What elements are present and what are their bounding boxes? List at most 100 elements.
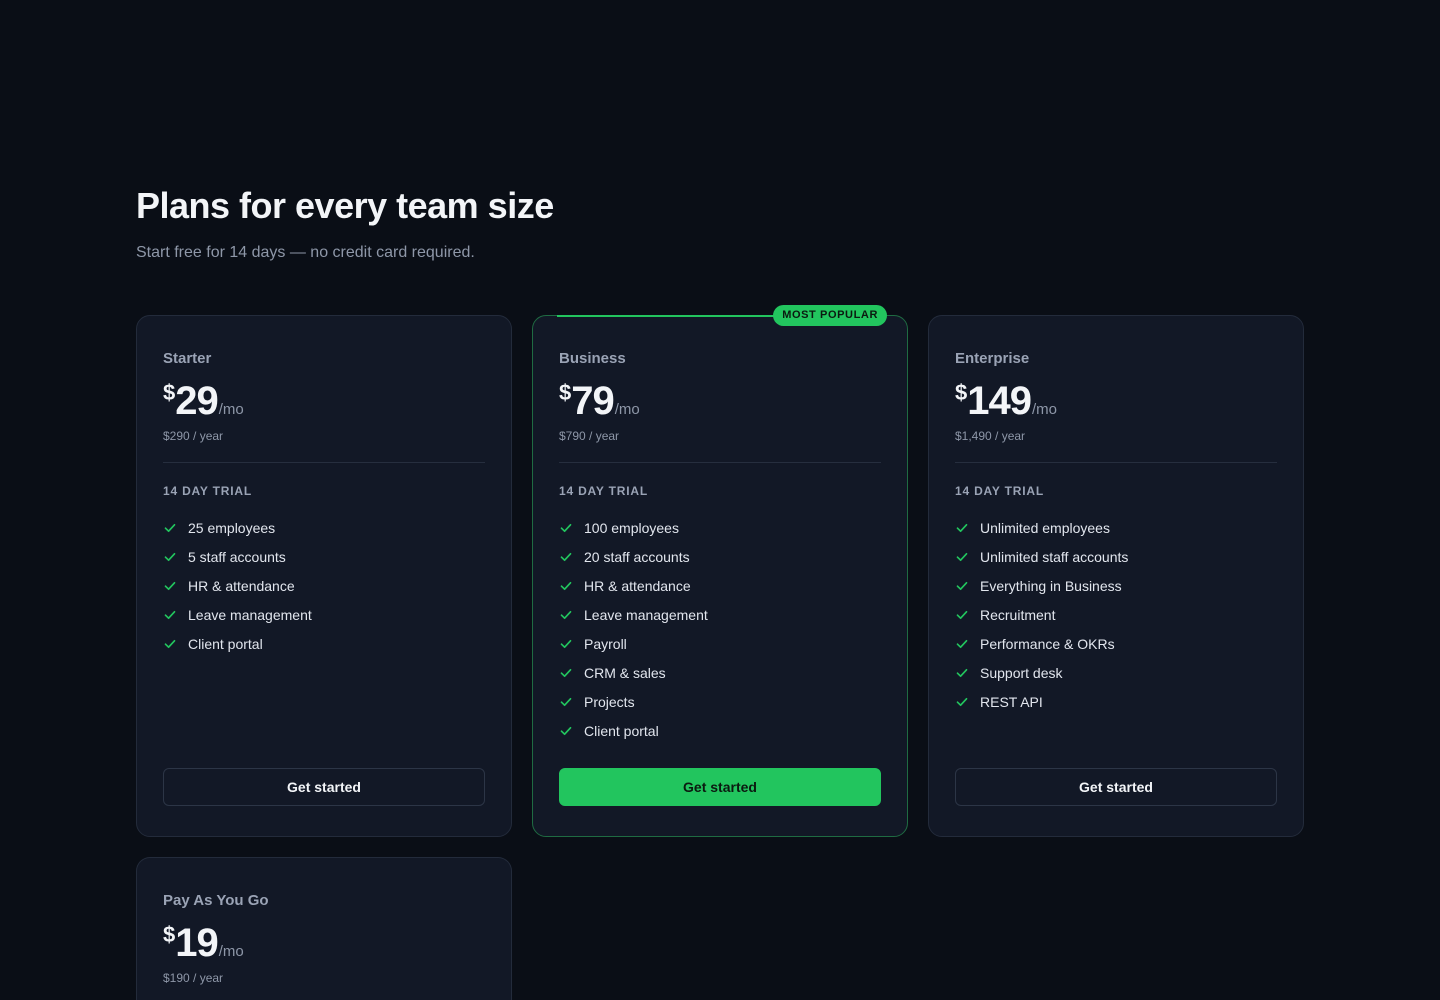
feature-item: Unlimited employees — [955, 513, 1277, 542]
feature-label: Projects — [584, 693, 635, 710]
most-popular-badge: MOST POPULAR — [773, 305, 887, 326]
plan-trial-label: 14 DAY TRIAL — [955, 484, 1044, 498]
check-icon — [163, 521, 177, 535]
feature-item: REST API — [955, 687, 1277, 716]
price-period: /mo — [218, 401, 244, 418]
plan-card-starter: Starter $ 29 /mo $290 / year 14 DAY TRIA… — [136, 315, 512, 837]
feature-label: CRM & sales — [584, 664, 666, 681]
feature-item: 5 staff accounts — [163, 542, 485, 571]
feature-list: Unlimited employees Unlimited staff acco… — [955, 513, 1277, 716]
feature-label: HR & attendance — [188, 577, 295, 594]
price-amount: 149 — [967, 379, 1032, 423]
check-icon — [955, 695, 969, 709]
plan-price: $ 19 /mo — [163, 920, 485, 966]
feature-label: Leave management — [188, 606, 312, 623]
price-period: /mo — [1032, 401, 1058, 418]
check-icon — [559, 637, 573, 651]
feature-item: 100 employees — [559, 513, 881, 542]
plan-price: $ 79 /mo — [559, 378, 881, 424]
feature-item: 25 employees — [163, 513, 485, 542]
plan-price: $ 29 /mo — [163, 378, 485, 424]
feature-item: HR & attendance — [163, 571, 485, 600]
get-started-button[interactable]: Get started — [559, 768, 881, 806]
page-title: Plans for every team size — [136, 185, 554, 226]
feature-label: Everything in Business — [980, 577, 1122, 594]
plan-card-enterprise: Enterprise $ 149 /mo $1,490 / year 14 DA… — [928, 315, 1304, 837]
price-currency: $ — [559, 380, 572, 405]
check-icon — [163, 550, 177, 564]
feature-item: Payroll — [559, 629, 881, 658]
feature-item: Client portal — [559, 716, 881, 745]
check-icon — [559, 608, 573, 622]
price-amount: 19 — [175, 921, 218, 965]
feature-list: 100 employees 20 staff accounts HR & att… — [559, 513, 881, 745]
plan-trial-label: 14 DAY TRIAL — [163, 484, 252, 498]
get-started-button[interactable]: Get started — [955, 768, 1277, 806]
feature-item: Leave management — [559, 600, 881, 629]
plan-yearly-price: $190 / year — [163, 971, 224, 985]
plan-name: Starter — [163, 350, 212, 367]
check-icon — [559, 550, 573, 564]
check-icon — [955, 666, 969, 680]
check-icon — [955, 637, 969, 651]
check-icon — [559, 695, 573, 709]
check-icon — [955, 550, 969, 564]
price-period: /mo — [614, 401, 640, 418]
feature-item: Unlimited staff accounts — [955, 542, 1277, 571]
check-icon — [955, 608, 969, 622]
divider — [955, 462, 1277, 463]
check-icon — [955, 579, 969, 593]
feature-label: 25 employees — [188, 519, 276, 536]
plan-name: Business — [559, 350, 626, 367]
check-icon — [559, 724, 573, 738]
pricing-page: Plans for every team size Start free for… — [0, 0, 1440, 1000]
check-icon — [163, 579, 177, 593]
feature-item: CRM & sales — [559, 658, 881, 687]
divider — [163, 462, 485, 463]
feature-item: Projects — [559, 687, 881, 716]
plan-price: $ 149 /mo — [955, 378, 1277, 424]
plan-yearly-price: $290 / year — [163, 429, 224, 443]
feature-item: Support desk — [955, 658, 1277, 687]
feature-label: Client portal — [584, 722, 659, 739]
feature-item: Leave management — [163, 600, 485, 629]
feature-label: Recruitment — [980, 606, 1056, 623]
check-icon — [559, 521, 573, 535]
feature-label: 5 staff accounts — [188, 548, 286, 565]
check-icon — [955, 521, 969, 535]
check-icon — [163, 608, 177, 622]
feature-label: Payroll — [584, 635, 627, 652]
feature-label: REST API — [980, 693, 1043, 710]
check-icon — [559, 579, 573, 593]
plan-name: Pay As You Go — [163, 892, 269, 909]
feature-list: 25 employees 5 staff accounts HR & atten… — [163, 513, 485, 658]
divider — [559, 462, 881, 463]
plan-name: Enterprise — [955, 350, 1030, 367]
check-icon — [163, 637, 177, 651]
get-started-button[interactable]: Get started — [163, 768, 485, 806]
feature-label: Client portal — [188, 635, 263, 652]
feature-label: Leave management — [584, 606, 708, 623]
price-currency: $ — [163, 922, 176, 947]
price-period: /mo — [218, 943, 244, 960]
feature-label: 20 staff accounts — [584, 548, 690, 565]
feature-label: 100 employees — [584, 519, 679, 536]
price-amount: 79 — [571, 379, 614, 423]
feature-item: Performance & OKRs — [955, 629, 1277, 658]
feature-label: HR & attendance — [584, 577, 691, 594]
plan-yearly-price: $790 / year — [559, 429, 620, 443]
plan-trial-label: 14 DAY TRIAL — [559, 484, 648, 498]
plan-card-pay-as-you-go: Pay As You Go $ 19 /mo $190 / year — [136, 857, 512, 1000]
feature-label: Unlimited employees — [980, 519, 1110, 536]
price-currency: $ — [163, 380, 176, 405]
page-subtitle: Start free for 14 days — no credit card … — [136, 244, 475, 261]
plan-yearly-price: $1,490 / year — [955, 429, 1026, 443]
feature-item: Everything in Business — [955, 571, 1277, 600]
feature-item: Client portal — [163, 629, 485, 658]
feature-item: 20 staff accounts — [559, 542, 881, 571]
feature-label: Unlimited staff accounts — [980, 548, 1129, 565]
pricing-header: Plans for every team size Start free for… — [136, 184, 554, 264]
feature-item: Recruitment — [955, 600, 1277, 629]
feature-label: Support desk — [980, 664, 1063, 681]
price-amount: 29 — [175, 379, 218, 423]
